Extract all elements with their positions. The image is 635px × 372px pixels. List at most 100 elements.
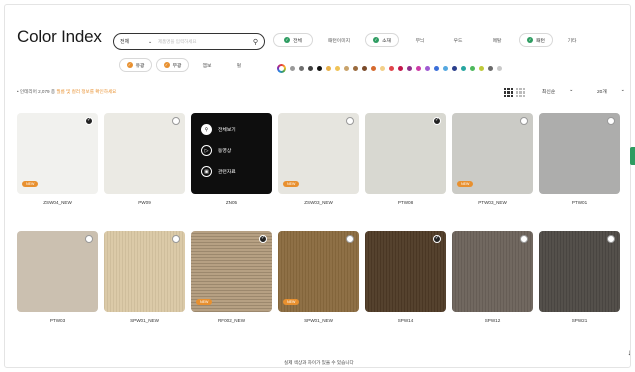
- filter-type-0[interactable]: ✓ 전체: [273, 33, 313, 47]
- page-frame: Color Index 전체 ⌄ 제품명을 입력하세요 ⚲ ✓ 전체 패턴이미지 ✓ 소…: [4, 4, 631, 368]
- product-name[interactable]: SPW01_NEW: [278, 318, 359, 323]
- check-icon: ✓: [373, 37, 380, 43]
- quick-menu-item[interactable]: ⚲ 전체보기: [201, 119, 272, 140]
- product-name[interactable]: ZSW04_NEW: [17, 200, 98, 205]
- filter-type-1[interactable]: 패턴이미지: [317, 33, 361, 47]
- grid-view-icon[interactable]: [504, 88, 513, 97]
- product-name[interactable]: PTW01: [539, 200, 620, 205]
- search-bar[interactable]: 전체 ⌄ 제품명을 입력하세요 ⚲: [113, 33, 265, 50]
- select-checkbox[interactable]: [172, 117, 180, 125]
- color-swatch[interactable]: [470, 66, 475, 71]
- product-card[interactable]: NEW: [17, 113, 98, 194]
- select-checkbox[interactable]: [172, 235, 180, 243]
- product-card[interactable]: ⚲ 전체보기 ▷ 동영상 ▣ 관련자료: [191, 113, 272, 194]
- chevron-down-icon[interactable]: ⌄: [148, 39, 158, 45]
- color-swatch[interactable]: [371, 66, 376, 71]
- filter-finish-1[interactable]: ✓ 무광: [156, 58, 189, 72]
- product-card[interactable]: [539, 231, 620, 312]
- quick-menu-item[interactable]: ▷ 동영상: [201, 140, 272, 161]
- product-card[interactable]: [539, 113, 620, 194]
- color-swatch[interactable]: [308, 66, 313, 71]
- product-card[interactable]: NEW: [278, 113, 359, 194]
- filter-type-4[interactable]: 우드: [441, 33, 475, 47]
- product-card[interactable]: [365, 231, 446, 312]
- product-card[interactable]: [17, 231, 98, 312]
- search-icon[interactable]: ⚲: [250, 38, 258, 46]
- sort-order-select[interactable]: 최신순 ⌄: [542, 88, 573, 95]
- color-swatch[interactable]: [434, 66, 439, 71]
- select-checkbox[interactable]: [85, 117, 93, 125]
- product-card[interactable]: NEW: [278, 231, 359, 312]
- select-checkbox[interactable]: [433, 235, 441, 243]
- product-card[interactable]: [104, 113, 185, 194]
- select-checkbox[interactable]: [259, 235, 267, 243]
- select-checkbox[interactable]: [85, 235, 93, 243]
- page-title: Color Index: [17, 27, 102, 46]
- product-name[interactable]: ZSW03_NEW: [278, 200, 359, 205]
- color-swatch[interactable]: [443, 66, 448, 71]
- filter-finish-3[interactable]: 펄: [225, 58, 253, 72]
- product-card[interactable]: [104, 231, 185, 312]
- color-swatch[interactable]: [488, 66, 493, 71]
- list-view-icon[interactable]: [516, 88, 525, 97]
- product-card[interactable]: NEW: [191, 231, 272, 312]
- select-checkbox[interactable]: [346, 235, 354, 243]
- select-checkbox[interactable]: [607, 235, 615, 243]
- product-card[interactable]: NEW: [452, 113, 533, 194]
- color-swatch[interactable]: [299, 66, 304, 71]
- color-swatch[interactable]: [416, 66, 421, 71]
- search-category-select[interactable]: 전체: [120, 38, 148, 45]
- filter-type-2[interactable]: ✓ 소재: [365, 33, 399, 47]
- new-badge: NEW: [457, 181, 474, 187]
- color-swatch[interactable]: [389, 66, 394, 71]
- color-swatch[interactable]: [362, 66, 367, 71]
- product-name[interactable]: SPW12: [452, 318, 533, 323]
- product-name[interactable]: PTW08: [365, 200, 446, 205]
- filter-finish-0[interactable]: ✓ 유광: [119, 58, 152, 72]
- side-tab[interactable]: [630, 147, 635, 165]
- color-swatch[interactable]: [335, 66, 340, 71]
- per-page-select[interactable]: 20개 ⌄: [597, 88, 625, 95]
- filter-type-3[interactable]: 무늬: [403, 33, 437, 47]
- filter-label: 패턴이미지: [327, 38, 351, 44]
- quick-menu-item[interactable]: ▣ 관련자료: [201, 161, 272, 182]
- product-name[interactable]: PTW03: [17, 318, 98, 323]
- color-swatch[interactable]: [326, 66, 331, 71]
- color-swatch[interactable]: [497, 66, 502, 71]
- select-checkbox[interactable]: [346, 117, 354, 125]
- color-swatch[interactable]: [407, 66, 412, 71]
- select-checkbox[interactable]: [607, 117, 615, 125]
- product-name[interactable]: PTW03_NEW: [452, 200, 533, 205]
- new-badge: NEW: [283, 181, 300, 187]
- color-swatch[interactable]: [461, 66, 466, 71]
- product-card[interactable]: [452, 231, 533, 312]
- product-name[interactable]: RF002_NEW: [191, 318, 272, 323]
- select-checkbox[interactable]: [520, 235, 528, 243]
- product-name[interactable]: PW09: [104, 200, 185, 205]
- filter-type-7[interactable]: 기타: [557, 33, 587, 47]
- filter-finish-2[interactable]: 엠보: [193, 58, 221, 72]
- color-swatch[interactable]: [479, 66, 484, 71]
- product-name[interactable]: ZN05: [191, 200, 272, 205]
- select-checkbox[interactable]: [433, 117, 441, 125]
- result-info: • 인테리어 2,079 종 필름 및 컬러 정보를 확인하세요: [17, 89, 116, 95]
- rainbow-color-icon[interactable]: [277, 64, 286, 73]
- product-name[interactable]: SPW01_NEW: [104, 318, 185, 323]
- color-swatch[interactable]: [380, 66, 385, 71]
- product-name[interactable]: SPW14: [365, 318, 446, 323]
- color-swatch[interactable]: [398, 66, 403, 71]
- color-swatch[interactable]: [425, 66, 430, 71]
- search-input[interactable]: 제품명을 입력하세요: [158, 39, 250, 45]
- color-swatch[interactable]: [290, 66, 295, 71]
- arrow-down-icon[interactable]: ↓: [623, 348, 631, 361]
- color-swatch[interactable]: [344, 66, 349, 71]
- color-swatch[interactable]: [452, 66, 457, 71]
- select-checkbox[interactable]: [520, 117, 528, 125]
- product-name[interactable]: SPW21: [539, 318, 620, 323]
- color-swatch[interactable]: [317, 66, 322, 71]
- color-swatch[interactable]: [353, 66, 358, 71]
- filter-type-5[interactable]: 메탈: [479, 33, 515, 47]
- product-card[interactable]: [365, 113, 446, 194]
- filter-label: 메탈: [492, 38, 502, 44]
- filter-type-6[interactable]: ✓ 패턴: [519, 33, 553, 47]
